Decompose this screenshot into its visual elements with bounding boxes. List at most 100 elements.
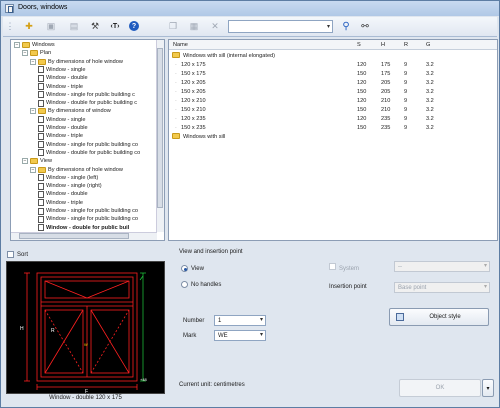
tree-item-label: View [40, 158, 53, 165]
tree-item[interactable]: Window - double for public building co [38, 149, 140, 157]
collapse-toggle-icon[interactable]: − [30, 58, 36, 65]
duplicate-icon[interactable]: ❐ [165, 19, 181, 34]
table-cell: 3.2 [426, 116, 434, 122]
checkbox-box[interactable] [7, 251, 14, 258]
tree-item[interactable]: Window - single [38, 66, 85, 74]
col-s[interactable]: S [357, 40, 361, 50]
tree-item[interactable]: − View [22, 157, 52, 165]
tree-item[interactable]: Window - single for public building co [38, 141, 138, 149]
tree-item[interactable]: − By dimensions of hole window [30, 166, 123, 174]
list-group-row[interactable]: Windows with sill (internal elongated) [169, 52, 489, 60]
col-g[interactable]: G [426, 40, 430, 50]
delete-icon[interactable]: ✕ [207, 19, 223, 34]
no-handles-radio-label: No handles [191, 282, 222, 289]
tree-item[interactable]: Window - single for public building co [38, 215, 138, 223]
col-h[interactable]: H [381, 40, 385, 50]
collapse-toggle-icon[interactable]: − [22, 158, 28, 165]
ok-button[interactable]: OK [399, 379, 481, 397]
number-label: Number [183, 318, 205, 324]
copy-icon[interactable]: ▣ [43, 19, 59, 34]
table-cell: 150 [357, 125, 367, 131]
clipboard-icon[interactable]: ▦ [186, 19, 202, 34]
tree-item[interactable]: Window - triple [38, 132, 83, 140]
system-checkbox-box[interactable] [329, 263, 336, 270]
list-group-row[interactable]: Windows with sill [169, 133, 489, 141]
table-row[interactable]: · 150 x 205 150 205 9 3.2 [169, 88, 489, 96]
collapse-toggle-icon[interactable]: − [30, 108, 36, 115]
search-input[interactable]: ▾ [228, 20, 333, 33]
tree-item[interactable]: Window - single (left) [38, 174, 98, 182]
tree-horizontal-scrollbar-thumb[interactable] [19, 233, 129, 239]
binoculars-icon[interactable]: ⚯ [357, 19, 373, 34]
table-cell: 235 [381, 116, 391, 122]
collapse-toggle-icon[interactable]: − [30, 166, 36, 173]
document-icon [38, 74, 44, 82]
tree-item[interactable]: Window - double for public buil [38, 224, 129, 232]
ok-label: OK [435, 385, 445, 391]
tree-item[interactable]: − Plan [22, 49, 51, 57]
tree-line-icon: · [175, 80, 177, 86]
help-icon[interactable]: ? [129, 21, 139, 31]
view-radio[interactable]: View [181, 265, 204, 272]
table-row[interactable]: · 120 x 175 120 175 9 3.2 [169, 61, 489, 69]
table-cell: 150 x 235 [181, 125, 206, 131]
tree-item[interactable]: Window - triple [38, 199, 83, 207]
chevron-down-icon: ▾ [259, 317, 263, 323]
text-icon[interactable]: ‹T› [107, 19, 123, 34]
tree-vertical-scrollbar[interactable] [156, 40, 164, 232]
tree-item[interactable]: Window - single [38, 116, 85, 124]
tree-item[interactable]: Window - double [38, 190, 88, 198]
table-cell: 9 [404, 116, 408, 122]
document-icon [38, 215, 44, 223]
ok-dropdown-button[interactable]: ▾ [482, 379, 494, 397]
tools-icon[interactable]: ⚒ [87, 19, 103, 34]
tree-item[interactable]: − By dimensions of window [30, 107, 111, 115]
tree-item[interactable]: − By dimensions of hole window [30, 58, 123, 66]
col-name[interactable]: Name [173, 40, 188, 50]
tree-item-label: Window - double [46, 125, 88, 131]
chevron-down-icon[interactable]: ▾ [327, 23, 330, 30]
system-checkbox[interactable]: System [329, 263, 359, 272]
tree-item-label: Window - single (right) [46, 183, 102, 190]
add-icon[interactable]: ✚ [21, 19, 37, 34]
tree-item[interactable]: Window - single (right) [38, 182, 102, 190]
collapse-toggle-icon[interactable]: − [14, 42, 20, 48]
item-list[interactable]: Name S H R G Windows with sill (internal… [168, 39, 498, 241]
group-label: Windows with sill [183, 134, 226, 140]
table-row[interactable]: · 120 x 235 120 235 9 3.2 [169, 115, 489, 123]
mark-select[interactable]: WE ▾ [214, 330, 266, 341]
sort-checkbox[interactable]: Sort [7, 251, 28, 258]
collapse-toggle-icon[interactable]: − [22, 50, 28, 57]
tree-item[interactable]: Window - double [38, 124, 88, 132]
search-icon[interactable]: ⚲ [338, 19, 354, 34]
table-row[interactable]: · 120 x 205 120 205 9 3.2 [169, 79, 489, 87]
tree-item[interactable]: Window - triple [38, 83, 83, 91]
preview-caption: Window - double 120 x 175 [49, 395, 122, 401]
system-select[interactable]: -- ▾ [394, 261, 490, 272]
no-handles-radio[interactable]: No handles [181, 281, 221, 288]
insertion-point-select[interactable]: Base point ▾ [394, 282, 490, 293]
tree-item[interactable]: − Windows [14, 41, 55, 49]
tree-item[interactable]: Window - single for public building co [38, 207, 138, 215]
object-style-button[interactable]: Object style [389, 308, 489, 326]
tree-item-label: Window - triple [46, 133, 83, 140]
table-row[interactable]: · 150 x 235 150 235 9 3.2 [169, 124, 489, 132]
folder-icon [30, 50, 38, 57]
table-cell: 120 [357, 116, 367, 122]
no-handles-radio-button[interactable] [181, 281, 188, 288]
tree-item-label: Window - single [46, 66, 86, 73]
col-r[interactable]: R [404, 40, 408, 50]
tree-item[interactable]: Window - double for public building c [38, 99, 137, 107]
number-select[interactable]: 1 ▾ [214, 315, 266, 326]
table-row[interactable]: · 150 x 175 150 175 9 3.2 [169, 70, 489, 78]
tree-item[interactable]: Window - single for public building c [38, 91, 135, 99]
tree-item[interactable]: Window - double [38, 74, 88, 82]
paste-icon[interactable]: ▤ [66, 19, 82, 34]
tree-horizontal-scrollbar[interactable] [11, 232, 157, 240]
document-icon [38, 207, 44, 215]
view-radio-button[interactable] [181, 265, 188, 272]
table-row[interactable]: · 150 x 210 150 210 9 3.2 [169, 106, 489, 114]
library-tree[interactable]: − Windows − Plan − By dimensions of hole wind… [10, 39, 165, 241]
tree-vertical-scrollbar-thumb[interactable] [157, 48, 163, 208]
table-row[interactable]: · 120 x 210 120 210 9 3.2 [169, 97, 489, 105]
